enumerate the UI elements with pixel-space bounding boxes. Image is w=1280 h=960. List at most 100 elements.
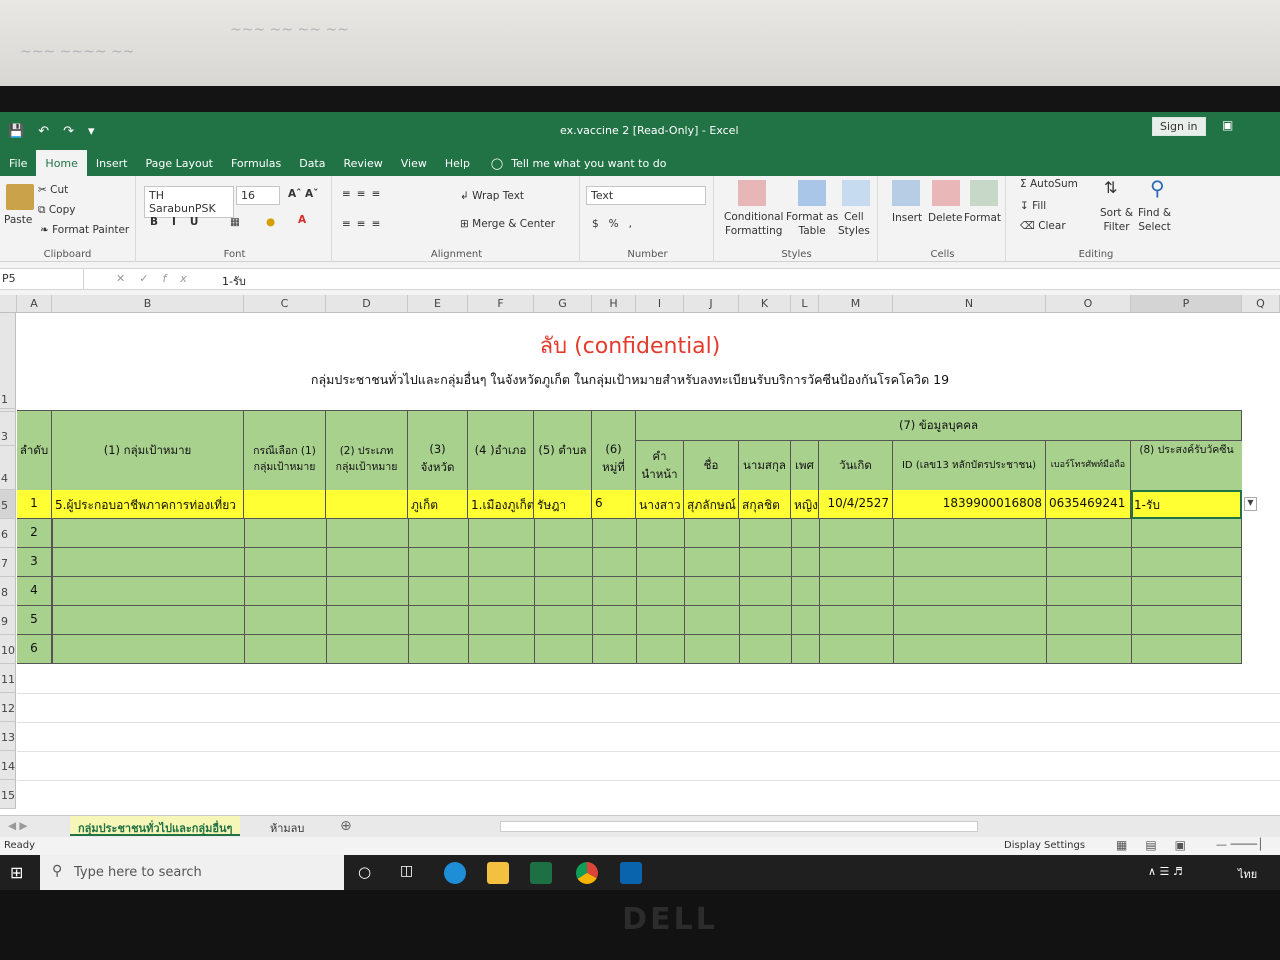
row-header-10[interactable]: 10 (0, 635, 16, 664)
font-name-box[interactable]: TH SarabunPSK (144, 186, 234, 218)
insert-cells-button[interactable]: Insert (892, 212, 922, 224)
format-painter-button[interactable]: ❧ Format Painter (40, 224, 129, 236)
fill-button[interactable]: ↧ Fill (1020, 200, 1046, 212)
column-header-g[interactable]: G (534, 295, 592, 313)
conditional-formatting-button[interactable]: Conditional Formatting (724, 210, 783, 238)
tab-view[interactable]: View (392, 150, 436, 176)
column-header-j[interactable]: J (684, 295, 739, 313)
sheet-nav-arrows[interactable]: ◀ ▶ (8, 820, 28, 832)
view-mode-icons[interactable]: ▦▤▣ (1116, 838, 1204, 852)
paste-button[interactable]: Paste (4, 214, 32, 226)
cell-order[interactable]: 5 (17, 606, 52, 635)
horizontal-scrollbar[interactable] (500, 821, 978, 832)
tab-help[interactable]: Help (436, 150, 479, 176)
cell-order[interactable]: 3 (17, 548, 52, 577)
cut-button[interactable]: ✂ Cut (38, 184, 68, 196)
autosum-button[interactable]: Σ AutoSum (1020, 178, 1078, 190)
cell-intent-selected[interactable]: 1-รับ (1131, 490, 1242, 519)
number-format-icons[interactable]: $%, (592, 218, 642, 230)
fill-color-icon[interactable]: ● (266, 216, 275, 228)
file-explorer-icon[interactable] (487, 862, 509, 884)
row-header-14[interactable]: 14 (0, 751, 16, 780)
zoom-slider[interactable]: — ────│ (1216, 838, 1264, 851)
row-header-1[interactable]: 1 (0, 313, 16, 409)
row-header-4[interactable]: 4 (0, 446, 16, 490)
cell-order[interactable]: 2 (17, 519, 52, 548)
cell-prefix[interactable]: นางสาว (636, 490, 684, 519)
cell-type[interactable] (326, 490, 408, 519)
cell-district[interactable]: 1.เมืองภูเก็ต (468, 490, 534, 519)
cell-subdistrict[interactable]: รัษฎา (534, 490, 592, 519)
wrap-text-button[interactable]: ↲ Wrap Text (460, 190, 524, 202)
add-sheet-icon[interactable]: ⊕ (340, 818, 352, 834)
font-size-buttons[interactable]: Aˆ Aˇ (288, 188, 318, 200)
undo-icon[interactable]: ↶ (38, 124, 49, 139)
column-header-p[interactable]: P (1131, 295, 1242, 313)
tab-data[interactable]: Data (290, 150, 334, 176)
edge-icon[interactable] (444, 862, 466, 884)
select-all-corner[interactable] (0, 295, 17, 313)
row-header-7[interactable]: 7 (0, 548, 16, 577)
taskbar-search[interactable]: ⚲ Type here to search (40, 855, 344, 890)
row-header-15[interactable]: 15 (0, 780, 16, 809)
cell-target-group[interactable]: 5.ผู้ประกอบอาชีพภาคการท่องเที่ยว (52, 490, 244, 519)
horizontal-align-icons[interactable]: ≡≡≡ (342, 218, 386, 230)
cell-order[interactable]: 1 (17, 490, 52, 519)
outlook-icon[interactable] (620, 862, 642, 884)
cell-id[interactable]: 1839900016808 (893, 490, 1046, 519)
merge-center-button[interactable]: ⊞ Merge & Center (460, 218, 555, 230)
column-header-i[interactable]: I (636, 295, 684, 313)
tab-page-layout[interactable]: Page Layout (136, 150, 222, 176)
task-view-icon[interactable]: ◫ (400, 863, 413, 879)
cell-birthdate[interactable]: 10/4/2527 (819, 490, 893, 519)
column-header-e[interactable]: E (408, 295, 468, 313)
borders-icon[interactable]: ▦ (230, 216, 240, 228)
tab-formulas[interactable]: Formulas (222, 150, 290, 176)
tell-me-search[interactable]: ◯ Tell me what you want to do (479, 150, 667, 176)
worksheet-grid[interactable]: A B C D E F G H I J K L M N O P Q 1 3 4 … (0, 295, 1280, 815)
windows-start-icon[interactable]: ⊞ (10, 863, 23, 882)
sort-filter-button[interactable]: Sort & Filter (1100, 206, 1133, 234)
cell-province[interactable]: ภูเก็ต (408, 490, 468, 519)
column-header-c[interactable]: C (244, 295, 326, 313)
paste-icon[interactable] (6, 184, 34, 210)
number-format-box[interactable]: Text (586, 186, 706, 205)
row-header-13[interactable]: 13 (0, 722, 16, 751)
cortana-icon[interactable]: ○ (358, 863, 371, 881)
row-header-3[interactable]: 3 (0, 412, 16, 446)
customize-qat-icon[interactable]: ▾ (88, 124, 95, 139)
column-header-o[interactable]: O (1046, 295, 1131, 313)
bold-italic-underline-buttons[interactable]: BIU (150, 216, 212, 228)
sheet-tab-do-not-delete[interactable]: ห้ามลบ (262, 816, 312, 836)
cell-phone[interactable]: 0635469241 (1046, 490, 1131, 519)
copy-button[interactable]: ⧉ Copy (38, 204, 75, 217)
formula-input[interactable]: 1-รับ (222, 272, 246, 290)
sign-in-button[interactable]: Sign in (1152, 117, 1206, 136)
format-as-table-button[interactable]: Format as Table (786, 210, 838, 238)
column-header-k[interactable]: K (739, 295, 791, 313)
cell-sex[interactable]: หญิง (791, 490, 819, 519)
cell-order[interactable]: 4 (17, 577, 52, 606)
column-header-d[interactable]: D (326, 295, 408, 313)
column-header-f[interactable]: F (468, 295, 534, 313)
row-header-11[interactable]: 11 (0, 664, 16, 693)
dropdown-arrow-icon[interactable]: ▼ (1244, 497, 1257, 511)
row-header-6[interactable]: 6 (0, 519, 16, 548)
chrome-icon[interactable] (576, 862, 598, 884)
delete-cells-button[interactable]: Delete (928, 212, 963, 224)
tab-home[interactable]: Home (36, 150, 87, 176)
column-header-m[interactable]: M (819, 295, 893, 313)
ribbon-display-options-icon[interactable]: ▣ (1222, 118, 1233, 132)
tab-review[interactable]: Review (334, 150, 391, 176)
find-select-button[interactable]: Find & Select (1138, 206, 1171, 234)
format-cells-button[interactable]: Format (964, 212, 1001, 224)
column-header-q[interactable]: Q (1242, 295, 1280, 313)
tab-insert[interactable]: Insert (87, 150, 137, 176)
column-header-h[interactable]: H (592, 295, 636, 313)
column-header-a[interactable]: A (17, 295, 52, 313)
column-header-l[interactable]: L (791, 295, 819, 313)
column-header-b[interactable]: B (52, 295, 244, 313)
vertical-align-icons[interactable]: ≡≡≡ (342, 188, 386, 200)
cell-styles-button[interactable]: Cell Styles (838, 210, 870, 238)
save-icon[interactable]: 💾 (8, 124, 24, 139)
